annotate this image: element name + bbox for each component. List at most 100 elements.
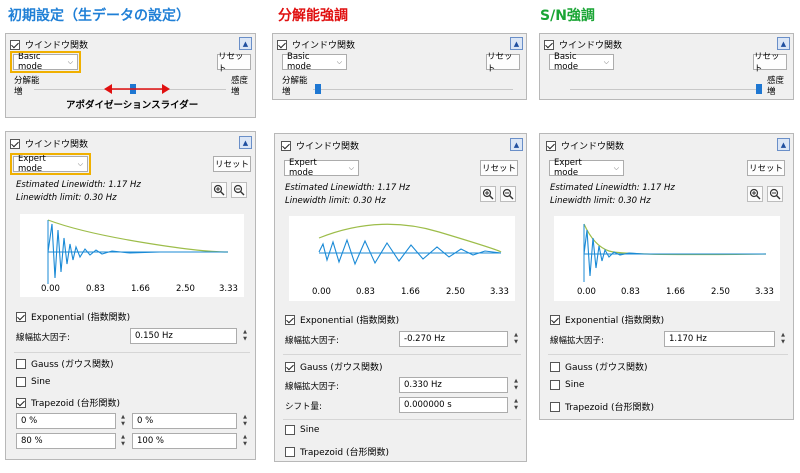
exponential-toggle[interactable]: Exponential (指数関数) (550, 313, 664, 326)
checkbox[interactable] (285, 425, 295, 435)
zoom-out-icon[interactable] (500, 186, 516, 202)
zoom-in-icon[interactable] (211, 182, 227, 198)
collapse-icon[interactable]: ▲ (239, 37, 252, 50)
tick-label: 1.66 (131, 284, 150, 294)
spinner-icon[interactable]: ▲ ▼ (241, 414, 249, 428)
tick-label: 2.50 (711, 287, 730, 297)
zoom-in-icon[interactable] (747, 186, 763, 202)
checkbox[interactable] (550, 314, 560, 325)
mode-select[interactable]: Expert mode ⌵ (10, 153, 91, 175)
spinner-icon[interactable]: ▲ ▼ (512, 332, 520, 346)
reset-button[interactable]: リセット (213, 156, 251, 172)
gauss-toggle[interactable]: Gauss (ガウス関数) (285, 360, 382, 373)
checkbox[interactable] (550, 401, 560, 412)
reset-button[interactable]: リセット (747, 160, 785, 176)
window-func-toggle[interactable]: ウインドウ関数 (544, 38, 622, 51)
sine-toggle[interactable]: Sine (550, 380, 584, 390)
spinner-icon[interactable]: ▲ ▼ (241, 434, 249, 448)
collapse-icon[interactable]: ▲ (239, 136, 252, 149)
collapse-icon[interactable]: ▲ (777, 138, 790, 151)
gauss-toggle[interactable]: Gauss (ガウス関数) (16, 357, 113, 370)
checkbox[interactable] (16, 311, 26, 322)
collapse-icon[interactable]: ▲ (510, 37, 523, 50)
spinner-icon[interactable]: ▲ ▼ (779, 332, 787, 346)
broadening-label: 線幅拡大因子: (16, 333, 70, 343)
window-func-toggle[interactable]: ウインドウ関数 (281, 139, 359, 152)
checkbox[interactable] (546, 140, 556, 151)
mode-select[interactable]: Expert mode ⌵ (284, 158, 359, 178)
exponential-toggle[interactable]: Exponential (指数関数) (16, 310, 130, 323)
estimated-linewidth: Estimated Linewidth: 1.17 Hz (550, 183, 675, 193)
checkbox[interactable] (16, 358, 26, 369)
trapezoid-input[interactable]: 0 % (132, 413, 237, 429)
sine-toggle[interactable]: Sine (285, 425, 319, 435)
mode-select[interactable]: Basic mode ⌵ (282, 52, 347, 72)
fid-plot: 0.00 0.83 1.66 2.50 3.33 (554, 216, 780, 301)
checkbox[interactable] (281, 140, 291, 151)
checkbox[interactable] (285, 361, 295, 372)
tick-label: 0.00 (41, 284, 60, 294)
fid-plot: 0.00 0.83 1.66 2.50 3.33 (20, 214, 244, 297)
shift-input[interactable]: 0.000000 s (399, 397, 508, 413)
linewidth-limit: Linewidth limit: 0.30 Hz (16, 193, 117, 203)
spinner-icon[interactable]: ▲ ▼ (512, 398, 520, 412)
divider (548, 354, 788, 355)
checkbox[interactable] (550, 361, 560, 372)
spinner-icon[interactable]: ▲ ▼ (241, 329, 249, 343)
exponential-label: Exponential (指数関数) (31, 313, 131, 323)
zoom-out-icon[interactable] (231, 182, 247, 198)
checkbox[interactable] (277, 39, 287, 50)
apodization-slider-thumb[interactable] (315, 84, 321, 94)
trapezoid-input[interactable]: 80 % (16, 433, 116, 449)
spinner-icon[interactable]: ▲ ▼ (119, 414, 127, 428)
window-func-toggle[interactable]: ウインドウ関数 (277, 38, 355, 51)
reset-button[interactable]: リセット (217, 52, 251, 74)
zoom-in-icon[interactable] (480, 186, 496, 202)
expert-panel-initial: ウインドウ関数 ▲ Expert mode ⌵ リセット Estimated Li… (5, 131, 256, 460)
expert-panel-sn: ウインドウ関数 ▲ Expert mode ⌵ リセット Estimated Li… (539, 133, 794, 420)
window-func-toggle[interactable]: ウインドウ関数 (10, 38, 88, 51)
gauss-toggle[interactable]: Gauss (ガウス関数) (550, 360, 647, 373)
gauss-label: Gauss (ガウス関数) (565, 363, 648, 373)
broadening-input[interactable]: -0.270 Hz (399, 331, 508, 347)
broadening-input[interactable]: 0.150 Hz (130, 328, 237, 344)
trapezoid-input[interactable]: 100 % (132, 433, 237, 449)
tick-label: 0.00 (577, 287, 596, 297)
sine-toggle[interactable]: Sine (16, 377, 50, 387)
spinner-icon[interactable]: ▲ ▼ (512, 378, 520, 392)
spinner-icon[interactable]: ▲ ▼ (119, 434, 127, 448)
reset-button[interactable]: リセット (753, 52, 787, 74)
checkbox[interactable] (285, 314, 295, 325)
fid-plot: 0.00 0.83 1.66 2.50 3.33 (289, 216, 515, 301)
linewidth-limit: Linewidth limit: 0.30 Hz (550, 196, 651, 206)
checkbox[interactable] (16, 397, 26, 408)
checkbox[interactable] (16, 377, 26, 387)
checkbox[interactable] (10, 138, 20, 149)
zoom-out-icon[interactable] (767, 186, 783, 202)
exponential-toggle[interactable]: Exponential (指数関数) (285, 313, 399, 326)
checkbox[interactable] (10, 39, 20, 50)
mode-select[interactable]: Expert mode ⌵ (549, 158, 624, 178)
collapse-icon[interactable]: ▲ (777, 37, 790, 50)
trapezoid-toggle[interactable]: Trapezoid (台形関数) (550, 400, 654, 413)
window-func-label: ウインドウ関数 (292, 41, 356, 51)
apodization-slider-track[interactable] (313, 89, 513, 90)
reset-button[interactable]: リセット (480, 160, 518, 176)
window-func-toggle[interactable]: ウインドウ関数 (546, 139, 624, 152)
reset-button[interactable]: リセット (486, 52, 520, 74)
gauss-broadening-input[interactable]: 0.330 Hz (399, 377, 508, 393)
collapse-icon[interactable]: ▲ (510, 138, 523, 151)
trapezoid-toggle[interactable]: Trapezoid (台形関数) (285, 445, 389, 458)
trapezoid-toggle[interactable]: Trapezoid (台形関数) (16, 396, 120, 409)
trapezoid-input[interactable]: 0 % (16, 413, 116, 429)
apodization-slider-track[interactable] (570, 89, 760, 90)
mode-select[interactable]: Basic mode ⌵ (10, 51, 81, 73)
apodization-slider-thumb[interactable] (756, 84, 762, 94)
checkbox[interactable] (285, 446, 295, 457)
broadening-input[interactable]: 1.170 Hz (664, 331, 775, 347)
sine-label: Sine (565, 380, 585, 390)
checkbox[interactable] (544, 39, 554, 50)
mode-select[interactable]: Basic mode ⌵ (549, 52, 614, 72)
checkbox[interactable] (550, 380, 560, 390)
window-func-toggle[interactable]: ウインドウ関数 (10, 137, 88, 150)
